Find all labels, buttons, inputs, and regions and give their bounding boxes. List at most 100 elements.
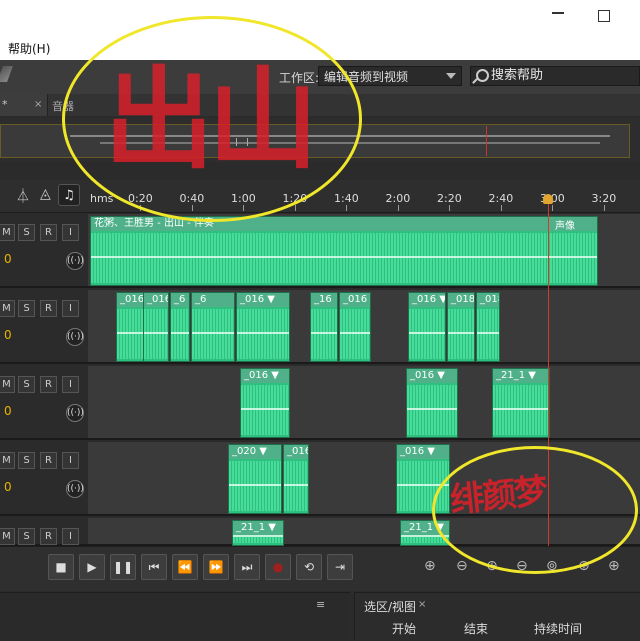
track-solo-button[interactable]: S (18, 376, 35, 393)
track-mute-button[interactable]: M (0, 224, 15, 241)
track-input-button[interactable]: I (62, 224, 79, 241)
clip-volume-envelope[interactable] (311, 332, 337, 334)
track-input-icon[interactable]: ((·)) (66, 328, 84, 346)
skip-selection-button[interactable]: ⇥ (327, 554, 353, 580)
audio-clip[interactable]: _6 (191, 292, 235, 362)
audio-clip[interactable]: _6 (170, 292, 190, 362)
track-input-icon[interactable]: ((·)) (66, 404, 84, 422)
track-input-icon[interactable]: ((·)) (66, 480, 84, 498)
clip-volume-envelope[interactable] (192, 332, 234, 334)
close-icon[interactable]: × (34, 99, 42, 110)
menu-help[interactable]: 帮助(H) (8, 40, 50, 57)
track-record-button[interactable]: R (40, 376, 57, 393)
search-icon (476, 69, 489, 82)
track-input-icon[interactable]: ((·)) (66, 252, 84, 270)
track-mute-button[interactable]: M (0, 528, 15, 545)
panel-menu-icon[interactable]: ≡ (316, 598, 325, 611)
track-solo-button[interactable]: S (18, 528, 35, 545)
clip-volume-envelope[interactable] (144, 332, 168, 334)
track-input-button[interactable]: I (62, 300, 79, 317)
audio-clip[interactable]: _016 (143, 292, 169, 362)
clip-volume-envelope[interactable] (340, 332, 370, 334)
clip-waveform (229, 461, 281, 511)
go-to-end-button[interactable]: ⏭ (234, 554, 260, 580)
clip-volume-envelope[interactable] (117, 332, 143, 334)
playhead-handle[interactable] (543, 194, 553, 204)
clip-title: _016 ▼ (397, 445, 449, 459)
track-record-button[interactable]: R (40, 452, 57, 469)
track-record-button[interactable]: R (40, 224, 57, 241)
track-lane[interactable] (88, 366, 640, 438)
headphones-icon[interactable]: ♫ (58, 184, 80, 206)
audio-clip[interactable]: _018 (476, 292, 500, 362)
clip-volume-envelope[interactable] (229, 484, 281, 486)
tab-selection-view[interactable]: 选区/视图 (364, 598, 416, 615)
audio-clip[interactable]: _018 (447, 292, 475, 362)
stop-button[interactable]: ■ (48, 554, 74, 580)
close-icon[interactable]: × (418, 599, 426, 610)
audio-clip[interactable]: _016 (339, 292, 371, 362)
maximize-icon[interactable] (598, 10, 610, 22)
track-mute-button[interactable]: M (0, 300, 15, 317)
go-to-start-button[interactable]: ⏮ (141, 554, 167, 580)
track-solo-button[interactable]: S (18, 300, 35, 317)
clip-title: _018 (448, 293, 474, 307)
clip-title: _016 ▼ (237, 293, 289, 307)
clip-volume-envelope[interactable] (448, 332, 474, 334)
audio-clip[interactable]: _016 ▼ (236, 292, 290, 362)
track-mute-button[interactable]: M (0, 452, 15, 469)
record-button[interactable]: ● (265, 554, 291, 580)
metronome-icon[interactable]: ⏃ (16, 186, 30, 206)
clip-volume-envelope[interactable] (477, 332, 499, 334)
track-input-button[interactable]: I (62, 452, 79, 469)
track-solo-button[interactable]: S (18, 224, 35, 241)
audio-clip[interactable]: _21_1 ▼ (492, 368, 550, 438)
track-mute-button[interactable]: M (0, 376, 15, 393)
minimize-icon[interactable] (552, 12, 564, 14)
track-volume-value[interactable]: 0 (4, 252, 12, 266)
zoom-out-amplitude-icon[interactable]: ⊖ (456, 558, 468, 574)
audio-clip[interactable]: 花粥、王胜男 - 出山 - 伴奏 声像 (90, 216, 598, 286)
audio-clip[interactable]: _016 ▼ (240, 368, 290, 438)
clip-volume-envelope[interactable] (407, 408, 457, 410)
clip-volume-envelope[interactable] (241, 408, 289, 410)
track-record-button[interactable]: R (40, 300, 57, 317)
clip-waveform (340, 309, 370, 359)
audio-clip[interactable]: _016 (283, 444, 309, 514)
clip-volume-envelope[interactable] (409, 332, 445, 334)
chevron-down-icon[interactable] (446, 73, 456, 79)
audio-clip[interactable]: _16 (310, 292, 338, 362)
clip-volume-envelope[interactable] (237, 332, 289, 334)
track-input-button[interactable]: I (62, 528, 79, 545)
audio-clip[interactable]: _016 ▼ (408, 292, 446, 362)
search-help-input[interactable]: 搜索帮助 (470, 66, 640, 86)
clip-volume-envelope[interactable] (171, 332, 189, 334)
play-button[interactable]: ▶ (79, 554, 105, 580)
track-solo-button[interactable]: S (18, 452, 35, 469)
handwritten-annotation: 绯颜梦 (448, 471, 549, 521)
zoom-selection-icon[interactable]: ⊕ (608, 558, 620, 574)
clip-volume-envelope[interactable] (493, 408, 549, 410)
track-volume-value[interactable]: 0 (4, 328, 12, 342)
track-volume-value[interactable]: 0 (4, 404, 12, 418)
track-volume-value[interactable]: 0 (4, 480, 12, 494)
track-input-button[interactable]: I (62, 376, 79, 393)
clip-waveform (237, 309, 289, 359)
input-monitor-icon[interactable]: ◬ (40, 186, 51, 202)
audio-clip[interactable]: _016 ▼ (406, 368, 458, 438)
track-record-button[interactable]: R (40, 528, 57, 545)
audio-clip[interactable]: _020 ▼ (228, 444, 282, 514)
clip-volume-envelope[interactable] (91, 256, 597, 258)
audio-clip[interactable]: _21_1 ▼ (232, 520, 284, 546)
pause-button[interactable]: ❚❚ (110, 554, 136, 580)
rewind-button[interactable]: ⏪ (172, 554, 198, 580)
audio-clip[interactable]: _016 ▼ (116, 292, 144, 362)
zoom-in-amplitude-icon[interactable]: ⊕ (424, 558, 436, 574)
clip-volume-envelope[interactable] (233, 535, 283, 537)
clip-volume-envelope[interactable] (284, 484, 308, 486)
loop-button[interactable]: ⟲ (296, 554, 322, 580)
clip-waveform (407, 385, 457, 435)
clip-waveform (311, 309, 337, 359)
clip-title: _16 (311, 293, 337, 307)
fast-forward-button[interactable]: ⏩ (203, 554, 229, 580)
